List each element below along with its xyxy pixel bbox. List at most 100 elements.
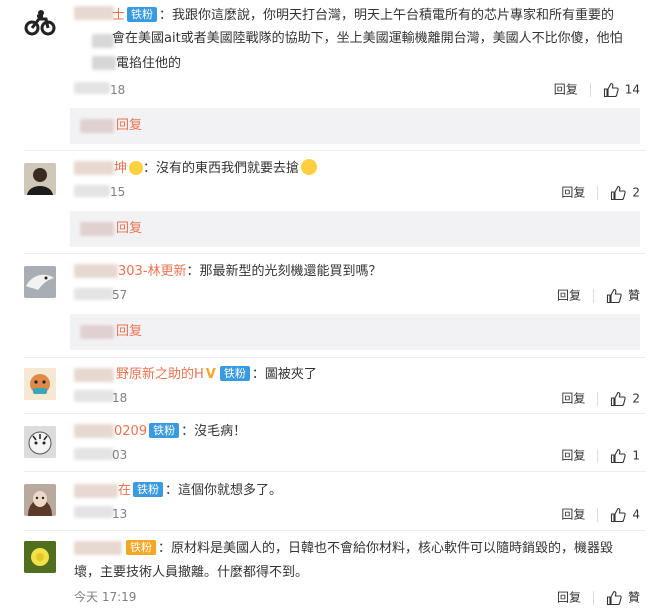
blurred-time <box>74 288 114 300</box>
reply-button[interactable]: 回复 <box>554 83 578 97</box>
reply-link[interactable]: 回复 <box>116 118 142 134</box>
blurred-avatar <box>80 119 114 133</box>
timestamp: 18 <box>112 391 128 405</box>
divider <box>592 288 594 303</box>
blurred-avatar <box>80 222 114 236</box>
timestamp: 18 <box>110 83 126 97</box>
like-count: 1 <box>632 448 640 463</box>
comment-actions: 回复 2 <box>561 184 640 201</box>
avatar[interactable] <box>24 266 56 298</box>
blurred-username <box>92 34 114 48</box>
username[interactable]: 303-林更新 <box>118 264 187 279</box>
username[interactable]: 野原新之助的H <box>116 367 204 382</box>
divider <box>24 413 646 414</box>
blurred-username <box>74 541 122 555</box>
comment-text-line: 會在美國ait或者美國陸戰隊的協助下，坐上美國運輸機離開台灣，美國人不比你傻，他… <box>112 31 623 46</box>
avatar[interactable] <box>24 6 56 38</box>
divider <box>597 448 599 463</box>
thumbs-up-icon <box>606 590 622 605</box>
avatar[interactable] <box>24 163 56 195</box>
doll-portrait-icon <box>24 484 56 516</box>
fan-badge: 铁粉 <box>219 366 250 381</box>
reply-link[interactable]: 回复 <box>116 221 142 237</box>
reply-link[interactable]: 回复 <box>116 324 142 340</box>
thumbs-up-icon <box>606 288 622 303</box>
comment-text-line: 在铁粉 ：這個你就想多了。 <box>118 482 283 498</box>
avatar[interactable] <box>24 541 56 573</box>
avatar[interactable] <box>24 368 56 400</box>
username[interactable]: 士 <box>112 8 125 23</box>
divider <box>592 590 594 605</box>
reply-button[interactable]: 回复 <box>561 392 585 406</box>
fan-badge: 铁粉 <box>133 482 164 497</box>
divider <box>24 357 646 358</box>
divider <box>24 471 646 472</box>
laughing-emoji-icon <box>301 159 318 175</box>
like-count: 2 <box>632 391 640 406</box>
blurred-username <box>74 484 118 498</box>
blurred-avatar <box>80 325 114 339</box>
reply-box[interactable]: 回复 <box>70 211 640 247</box>
divider <box>597 507 599 522</box>
blurred-username <box>74 6 114 20</box>
comment-text-line: 303-林更新：那最新型的光刻機還能買到嗎？ <box>118 264 382 279</box>
like-button[interactable]: 2 <box>610 185 640 200</box>
fan-badge: 铁粉 <box>126 540 156 555</box>
reply-box[interactable]: 回复 <box>70 108 640 144</box>
timestamp: 15 <box>110 185 126 199</box>
reply-button[interactable]: 回复 <box>557 289 581 303</box>
like-count: 贊 <box>627 590 640 605</box>
blurred-username <box>74 424 114 438</box>
like-count: 2 <box>632 185 640 200</box>
like-button[interactable]: 1 <box>610 448 640 463</box>
like-count: 4 <box>632 507 640 522</box>
like-button[interactable]: 2 <box>610 391 640 406</box>
username[interactable]: 0209 <box>114 424 147 439</box>
comment-actions: 回复 贊 <box>557 589 640 606</box>
cartoon-animal-icon <box>24 368 56 400</box>
username[interactable]: 在 <box>118 483 131 498</box>
blurred-time <box>74 448 114 460</box>
tiger-icon <box>24 426 56 458</box>
reply-button[interactable]: 回复 <box>561 186 585 200</box>
timestamp: 今天 17:19 <box>74 590 137 604</box>
divider <box>24 150 646 151</box>
timestamp: 57 <box>112 288 128 302</box>
comment-actions: 回复 贊 <box>557 287 640 304</box>
blurred-time <box>74 82 110 94</box>
fan-badge: 铁粉 <box>149 423 180 438</box>
comment-actions: 回复 2 <box>561 390 640 407</box>
avatar[interactable] <box>24 426 56 458</box>
comment-actions: 回复 4 <box>561 506 640 523</box>
divider <box>24 530 646 531</box>
thumbs-up-icon <box>611 507 627 522</box>
blurred-username <box>74 161 114 175</box>
comment-text-line: 野原新之助的H V 铁粉 ：圖被夾了 <box>116 366 317 382</box>
blurred-time <box>74 506 114 518</box>
eagle-icon <box>24 266 56 298</box>
like-button[interactable]: 4 <box>610 507 640 522</box>
divider <box>597 391 599 406</box>
flower-icon <box>24 541 56 573</box>
like-count: 14 <box>624 82 640 97</box>
comment-text-line: 壞，主要技術人員撤離。什麼都得不到。 <box>74 565 309 580</box>
thumbs-up-icon <box>611 185 627 200</box>
like-button[interactable]: 贊 <box>606 288 640 303</box>
reply-button[interactable]: 回复 <box>561 508 585 522</box>
blurred-username <box>92 56 116 70</box>
like-button[interactable]: 14 <box>603 82 640 97</box>
verified-v-icon: V <box>205 367 216 382</box>
timestamp: 03 <box>112 448 128 462</box>
divider <box>24 253 646 254</box>
divider <box>589 82 591 97</box>
username[interactable]: 坤 <box>114 161 127 176</box>
motorcycle-icon <box>24 10 56 36</box>
like-button[interactable]: 贊 <box>606 590 640 605</box>
reply-box[interactable]: 回复 <box>70 314 640 350</box>
comment-text-line: 電掐住他的 <box>116 56 182 71</box>
reply-button[interactable]: 回复 <box>557 591 581 605</box>
divider <box>597 185 599 200</box>
avatar[interactable] <box>24 484 56 516</box>
comment-text-line: 铁粉 ：原材料是美國人的，日韓也不會給你材料，核心軟件可以隨時銷毀的，機器毀 <box>124 538 613 560</box>
reply-button[interactable]: 回复 <box>561 449 585 463</box>
